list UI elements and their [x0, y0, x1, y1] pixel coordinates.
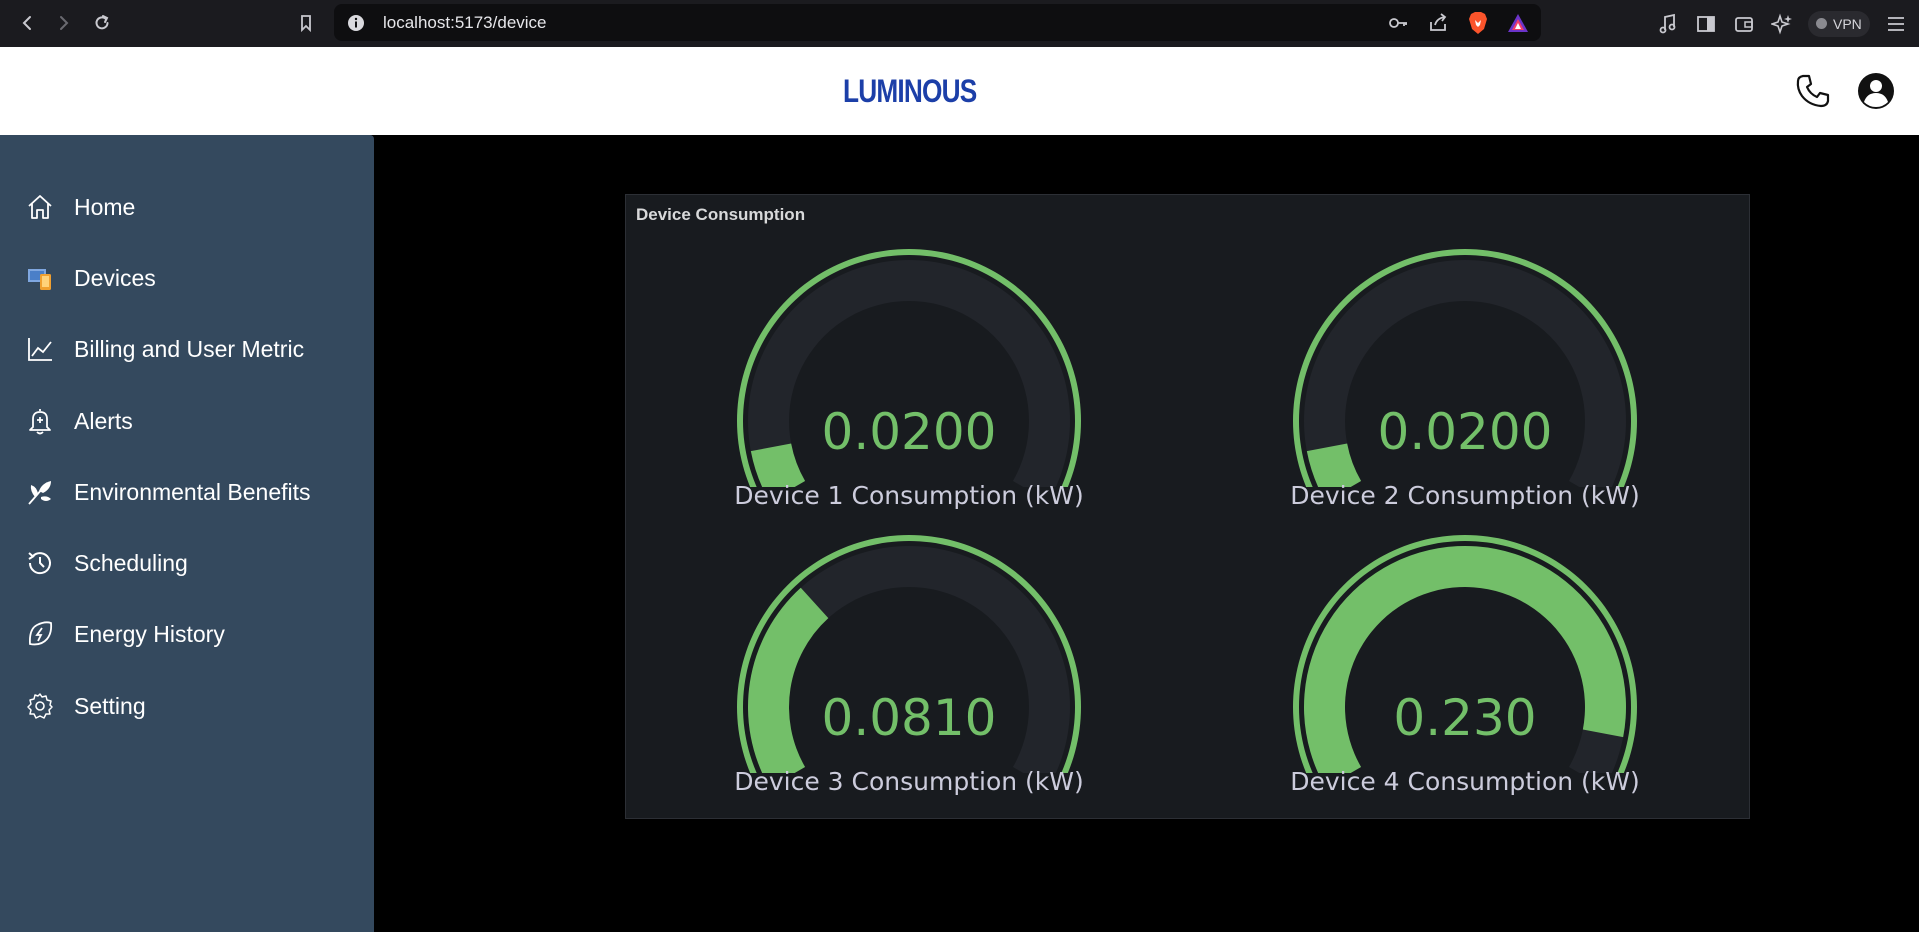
leo-ai-icon[interactable] [1770, 12, 1794, 36]
leaf-icon [24, 476, 56, 508]
vpn-status-icon [1816, 18, 1827, 29]
url-text: localhost:5173/device [383, 12, 547, 32]
sidebar-item-environmental[interactable]: Environmental Benefits [24, 472, 311, 512]
gauge-label: Device 4 Consumption (kW) [1290, 767, 1640, 796]
site-info-icon[interactable] [347, 14, 365, 32]
sidebar-item-label: Setting [74, 692, 146, 719]
key-icon[interactable] [1387, 12, 1409, 34]
sidebar: Home Devices Billing and User Metric Ale… [0, 135, 374, 932]
brave-rewards-icon[interactable] [1507, 12, 1529, 34]
gear-icon [24, 690, 56, 722]
chart-line-icon [24, 333, 56, 365]
vpn-button[interactable]: VPN [1808, 10, 1870, 37]
sidebar-item-label: Scheduling [74, 549, 188, 576]
gauge-device-3: 0.0810 Device 3 Consumption (kW) [729, 533, 1089, 803]
sidebar-item-label: Billing and User Metric [74, 335, 305, 362]
share-icon[interactable] [1427, 12, 1449, 34]
menu-icon[interactable] [1884, 12, 1908, 36]
panel-title: Device Consumption [636, 205, 806, 224]
gauge-value: 0.230 [1393, 689, 1537, 747]
gauge-device-2: 0.0200 Device 2 Consumption (kW) [1285, 247, 1645, 517]
address-bar[interactable]: localhost:5173/device [334, 4, 1541, 41]
device-consumption-panel: Device Consumption 0.0200 Device 1 Consu… [625, 194, 1750, 819]
sidebar-toggle-icon[interactable] [1694, 12, 1718, 36]
gauge-value: 0.0200 [1377, 403, 1553, 461]
back-icon[interactable] [7, 3, 47, 43]
energy-leaf-icon [24, 618, 56, 650]
sidebar-item-label: Environmental Benefits [74, 478, 311, 505]
reload-icon[interactable] [82, 3, 122, 43]
sidebar-item-billing[interactable]: Billing and User Metric [24, 329, 304, 369]
sidebar-item-label: Devices [74, 264, 156, 291]
home-icon [24, 191, 56, 223]
gauge-device-4: 0.230 Device 4 Consumption (kW) [1285, 533, 1645, 803]
devices-icon [24, 262, 56, 294]
browser-toolbar: localhost:5173/device VPN [0, 0, 1919, 47]
history-icon [24, 547, 56, 579]
gauge-device-1: 0.0200 Device 1 Consumption (kW) [729, 247, 1089, 517]
sidebar-item-label: Home [74, 193, 136, 220]
app-header: LUMINOUS [0, 47, 1919, 135]
brave-shield-icon[interactable] [1467, 11, 1489, 34]
sidebar-item-alerts[interactable]: Alerts [24, 401, 133, 441]
sidebar-item-label: Energy History [74, 620, 225, 647]
gauge-label: Device 3 Consumption (kW) [734, 767, 1084, 796]
gauge-value: 0.0810 [821, 689, 997, 747]
sidebar-item-scheduling[interactable]: Scheduling [24, 543, 188, 583]
bookmark-icon[interactable] [286, 3, 326, 43]
vpn-label: VPN [1833, 15, 1862, 32]
sidebar-item-energy-history[interactable]: Energy History [24, 614, 225, 654]
wallet-icon[interactable] [1732, 12, 1756, 36]
phone-icon[interactable] [1794, 72, 1832, 110]
music-icon[interactable] [1656, 12, 1680, 36]
sidebar-item-home[interactable]: Home [24, 187, 135, 227]
luminous-logo[interactable]: LUMINOUS [843, 73, 977, 110]
bell-icon [24, 405, 56, 437]
gauge-value: 0.0200 [821, 403, 997, 461]
gauge-label: Device 2 Consumption (kW) [1290, 481, 1640, 510]
gauge-label: Device 1 Consumption (kW) [734, 481, 1084, 510]
sidebar-item-label: Alerts [74, 407, 133, 434]
sidebar-item-devices[interactable]: Devices [24, 258, 156, 298]
user-account-icon[interactable] [1857, 72, 1895, 110]
forward-icon[interactable] [44, 3, 84, 43]
sidebar-item-setting[interactable]: Setting [24, 686, 146, 726]
